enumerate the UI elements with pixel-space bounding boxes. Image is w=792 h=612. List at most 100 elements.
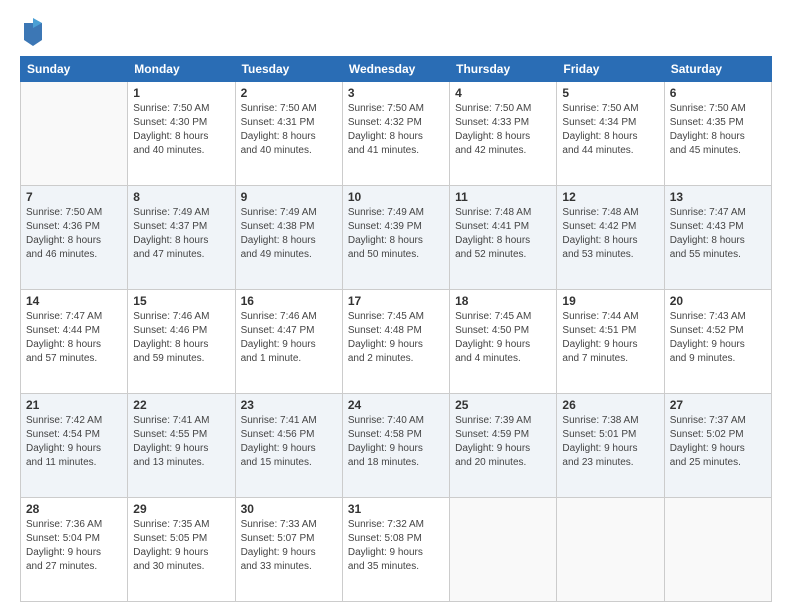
day-number: 7: [26, 190, 122, 204]
calendar-week-row: 28 Sunrise: 7:36 AM Sunset: 5:04 PM Dayli…: [21, 498, 772, 602]
calendar-day-cell: 13Sunrise: 7:47 AM Sunset: 4:43 PM Dayli…: [664, 186, 771, 290]
day-info: Sunrise: 7:46 AM Sunset: 4:47 PM Dayligh…: [241, 310, 337, 366]
calendar-day-cell: 7 Sunrise: 7:50 AM Sunset: 4:36 PM Daylig…: [21, 186, 128, 290]
day-number: 6: [670, 86, 766, 100]
day-number: 18: [455, 294, 551, 308]
header-day: Wednesday: [342, 57, 449, 82]
calendar-day-cell: 22 Sunrise: 7:41 AM Sunset: 4:55 PM Dayli…: [128, 394, 235, 498]
day-info: Sunrise: 7:42 AM Sunset: 4:54 PM Dayligh…: [26, 414, 122, 470]
day-info: Sunrise: 7:36 AM Sunset: 5:04 PM Dayligh…: [26, 518, 122, 574]
header-day: Sunday: [21, 57, 128, 82]
calendar-day-cell: 3 Sunrise: 7:50 AM Sunset: 4:32 PM Daylig…: [342, 82, 449, 186]
day-info: Sunrise: 7:48 AM Sunset: 4:41 PM Dayligh…: [455, 206, 551, 262]
day-info: Sunrise: 7:35 AM Sunset: 5:05 PM Dayligh…: [133, 518, 229, 574]
calendar-day-cell: 5Sunrise: 7:50 AM Sunset: 4:34 PM Daylig…: [557, 82, 664, 186]
day-number: 22: [133, 398, 229, 412]
day-number: 25: [455, 398, 551, 412]
day-number: 17: [348, 294, 444, 308]
calendar-day-cell: 31Sunrise: 7:32 AM Sunset: 5:08 PM Dayli…: [342, 498, 449, 602]
calendar-day-cell: 18 Sunrise: 7:45 AM Sunset: 4:50 PM Dayli…: [450, 290, 557, 394]
day-number: 15: [133, 294, 229, 308]
day-number: 14: [26, 294, 122, 308]
day-info: Sunrise: 7:33 AM Sunset: 5:07 PM Dayligh…: [241, 518, 337, 574]
day-info: Sunrise: 7:50 AM Sunset: 4:33 PM Dayligh…: [455, 102, 551, 158]
day-number: 4: [455, 86, 551, 100]
day-number: 5: [562, 86, 658, 100]
day-number: 28: [26, 502, 122, 516]
header: [20, 18, 772, 46]
calendar-day-cell: [450, 498, 557, 602]
day-info: Sunrise: 7:49 AM Sunset: 4:39 PM Dayligh…: [348, 206, 444, 262]
calendar-day-cell: 6 Sunrise: 7:50 AM Sunset: 4:35 PM Daylig…: [664, 82, 771, 186]
day-number: 27: [670, 398, 766, 412]
day-number: 21: [26, 398, 122, 412]
day-info: Sunrise: 7:49 AM Sunset: 4:38 PM Dayligh…: [241, 206, 337, 262]
calendar-day-cell: 1Sunrise: 7:50 AM Sunset: 4:30 PM Daylig…: [128, 82, 235, 186]
calendar-day-cell: 23Sunrise: 7:41 AM Sunset: 4:56 PM Dayli…: [235, 394, 342, 498]
calendar-day-cell: 8 Sunrise: 7:49 AM Sunset: 4:37 PM Daylig…: [128, 186, 235, 290]
day-number: 26: [562, 398, 658, 412]
calendar-week-row: 7 Sunrise: 7:50 AM Sunset: 4:36 PM Daylig…: [21, 186, 772, 290]
calendar-day-cell: 12Sunrise: 7:48 AM Sunset: 4:42 PM Dayli…: [557, 186, 664, 290]
day-number: 20: [670, 294, 766, 308]
calendar-day-cell: 19 Sunrise: 7:44 AM Sunset: 4:51 PM Dayli…: [557, 290, 664, 394]
day-number: 24: [348, 398, 444, 412]
day-number: 9: [241, 190, 337, 204]
day-number: 31: [348, 502, 444, 516]
day-info: Sunrise: 7:50 AM Sunset: 4:35 PM Dayligh…: [670, 102, 766, 158]
day-info: Sunrise: 7:48 AM Sunset: 4:42 PM Dayligh…: [562, 206, 658, 262]
page: SundayMondayTuesdayWednesdayThursdayFrid…: [0, 0, 792, 612]
day-number: 2: [241, 86, 337, 100]
day-info: Sunrise: 7:46 AM Sunset: 4:46 PM Dayligh…: [133, 310, 229, 366]
calendar-day-cell: 16Sunrise: 7:46 AM Sunset: 4:47 PM Dayli…: [235, 290, 342, 394]
calendar-day-cell: 24 Sunrise: 7:40 AM Sunset: 4:58 PM Dayli…: [342, 394, 449, 498]
header-day: Tuesday: [235, 57, 342, 82]
day-info: Sunrise: 7:41 AM Sunset: 4:56 PM Dayligh…: [241, 414, 337, 470]
day-number: 30: [241, 502, 337, 516]
calendar-day-cell: 14 Sunrise: 7:47 AM Sunset: 4:44 PM Dayli…: [21, 290, 128, 394]
header-day: Monday: [128, 57, 235, 82]
header-day: Thursday: [450, 57, 557, 82]
day-info: Sunrise: 7:39 AM Sunset: 4:59 PM Dayligh…: [455, 414, 551, 470]
day-number: 19: [562, 294, 658, 308]
calendar-day-cell: 2Sunrise: 7:50 AM Sunset: 4:31 PM Daylig…: [235, 82, 342, 186]
calendar-week-row: 1Sunrise: 7:50 AM Sunset: 4:30 PM Daylig…: [21, 82, 772, 186]
day-info: Sunrise: 7:47 AM Sunset: 4:44 PM Dayligh…: [26, 310, 122, 366]
calendar-day-cell: 4 Sunrise: 7:50 AM Sunset: 4:33 PM Daylig…: [450, 82, 557, 186]
calendar-table: SundayMondayTuesdayWednesdayThursdayFrid…: [20, 56, 772, 602]
calendar-day-cell: 10 Sunrise: 7:49 AM Sunset: 4:39 PM Dayli…: [342, 186, 449, 290]
day-number: 8: [133, 190, 229, 204]
calendar-day-cell: 9 Sunrise: 7:49 AM Sunset: 4:38 PM Daylig…: [235, 186, 342, 290]
calendar-day-cell: 11 Sunrise: 7:48 AM Sunset: 4:41 PM Dayli…: [450, 186, 557, 290]
calendar-day-cell: 28 Sunrise: 7:36 AM Sunset: 5:04 PM Dayli…: [21, 498, 128, 602]
calendar-day-cell: 21 Sunrise: 7:42 AM Sunset: 4:54 PM Dayli…: [21, 394, 128, 498]
calendar-day-cell: 15 Sunrise: 7:46 AM Sunset: 4:46 PM Dayli…: [128, 290, 235, 394]
day-number: 3: [348, 86, 444, 100]
calendar-day-cell: 29Sunrise: 7:35 AM Sunset: 5:05 PM Dayli…: [128, 498, 235, 602]
day-info: Sunrise: 7:50 AM Sunset: 4:30 PM Dayligh…: [133, 102, 229, 158]
calendar-day-cell: 25 Sunrise: 7:39 AM Sunset: 4:59 PM Dayli…: [450, 394, 557, 498]
calendar-week-row: 21 Sunrise: 7:42 AM Sunset: 4:54 PM Dayli…: [21, 394, 772, 498]
day-info: Sunrise: 7:45 AM Sunset: 4:48 PM Dayligh…: [348, 310, 444, 366]
day-number: 11: [455, 190, 551, 204]
calendar-day-cell: 17 Sunrise: 7:45 AM Sunset: 4:48 PM Dayli…: [342, 290, 449, 394]
day-info: Sunrise: 7:50 AM Sunset: 4:32 PM Dayligh…: [348, 102, 444, 158]
day-info: Sunrise: 7:40 AM Sunset: 4:58 PM Dayligh…: [348, 414, 444, 470]
day-info: Sunrise: 7:41 AM Sunset: 4:55 PM Dayligh…: [133, 414, 229, 470]
day-info: Sunrise: 7:50 AM Sunset: 4:36 PM Dayligh…: [26, 206, 122, 262]
day-info: Sunrise: 7:49 AM Sunset: 4:37 PM Dayligh…: [133, 206, 229, 262]
calendar-day-cell: 27 Sunrise: 7:37 AM Sunset: 5:02 PM Dayli…: [664, 394, 771, 498]
day-info: Sunrise: 7:45 AM Sunset: 4:50 PM Dayligh…: [455, 310, 551, 366]
day-number: 10: [348, 190, 444, 204]
day-info: Sunrise: 7:44 AM Sunset: 4:51 PM Dayligh…: [562, 310, 658, 366]
calendar-week-row: 14 Sunrise: 7:47 AM Sunset: 4:44 PM Dayli…: [21, 290, 772, 394]
day-info: Sunrise: 7:37 AM Sunset: 5:02 PM Dayligh…: [670, 414, 766, 470]
calendar-day-cell: 20Sunrise: 7:43 AM Sunset: 4:52 PM Dayli…: [664, 290, 771, 394]
logo: [20, 22, 44, 46]
day-number: 13: [670, 190, 766, 204]
calendar-day-cell: [664, 498, 771, 602]
header-day: Saturday: [664, 57, 771, 82]
calendar-day-cell: 26 Sunrise: 7:38 AM Sunset: 5:01 PM Dayli…: [557, 394, 664, 498]
day-info: Sunrise: 7:38 AM Sunset: 5:01 PM Dayligh…: [562, 414, 658, 470]
header-row: SundayMondayTuesdayWednesdayThursdayFrid…: [21, 57, 772, 82]
